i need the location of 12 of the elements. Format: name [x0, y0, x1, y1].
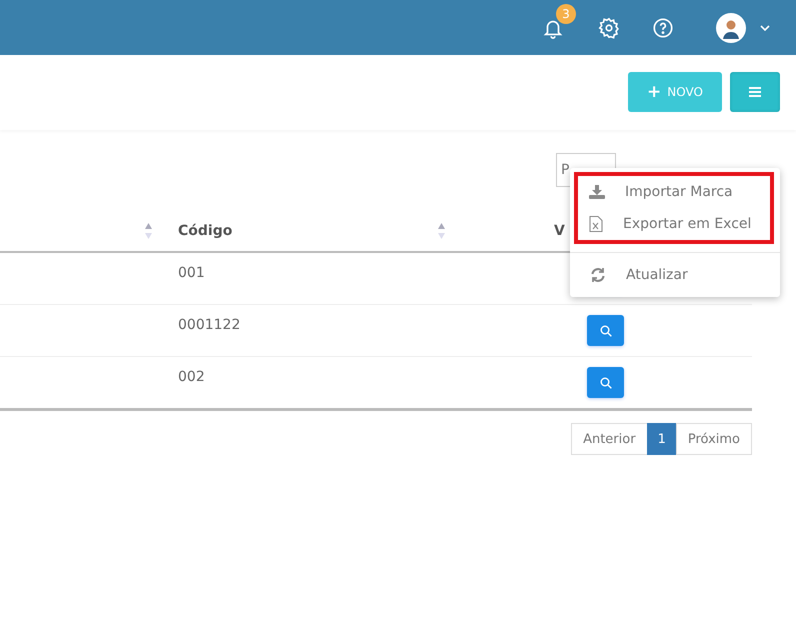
menu-item[interactable]: Exportar em Excel [578, 208, 770, 240]
column-header: V [554, 222, 565, 238]
column-header: Código [178, 222, 232, 238]
table-cell: 001 [178, 265, 205, 281]
notification-badge: 3 [556, 4, 576, 24]
previous-page-button[interactable]: Anterior [571, 423, 648, 455]
table-cell: 0001122 [178, 317, 240, 333]
menu-item[interactable]: Atualizar [574, 259, 780, 291]
search-field[interactable]: P [556, 153, 616, 187]
next-page-button[interactable]: Próximo [676, 423, 752, 455]
page-button[interactable]: 1 [646, 423, 677, 455]
table-cell: 002 [178, 369, 205, 385]
